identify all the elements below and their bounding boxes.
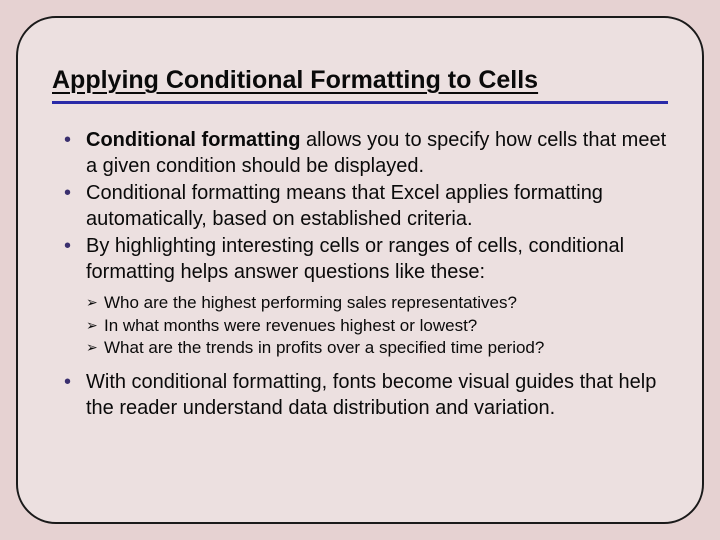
bullet-item: With conditional formatting, fonts becom… bbox=[52, 370, 668, 421]
sub-bullet-text: What are the trends in profits over a sp… bbox=[104, 338, 544, 357]
bullet-bold-term: Conditional formatting bbox=[86, 129, 300, 151]
main-bullet-list: Conditional formatting allows you to spe… bbox=[52, 128, 668, 286]
sub-bullet-item: What are the trends in profits over a sp… bbox=[86, 337, 668, 360]
bullet-text: By highlighting interesting cells or ran… bbox=[86, 235, 624, 283]
bullet-text: Conditional formatting means that Excel … bbox=[86, 182, 603, 230]
title-underline-rule bbox=[52, 101, 668, 104]
sub-bullet-text: Who are the highest performing sales rep… bbox=[104, 293, 517, 312]
sub-bullet-list: Who are the highest performing sales rep… bbox=[52, 292, 668, 361]
slide-card: Applying Conditional Formatting to Cells… bbox=[16, 16, 704, 524]
bullet-item: Conditional formatting means that Excel … bbox=[52, 181, 668, 232]
main-bullet-list-continued: With conditional formatting, fonts becom… bbox=[52, 370, 668, 421]
sub-bullet-item: In what months were revenues highest or … bbox=[86, 315, 668, 338]
bullet-item: By highlighting interesting cells or ran… bbox=[52, 234, 668, 285]
sub-bullet-text: In what months were revenues highest or … bbox=[104, 316, 477, 335]
sub-bullet-item: Who are the highest performing sales rep… bbox=[86, 292, 668, 315]
slide-title: Applying Conditional Formatting to Cells bbox=[52, 66, 668, 95]
bullet-item: Conditional formatting allows you to spe… bbox=[52, 128, 668, 179]
bullet-text: With conditional formatting, fonts becom… bbox=[86, 371, 656, 419]
